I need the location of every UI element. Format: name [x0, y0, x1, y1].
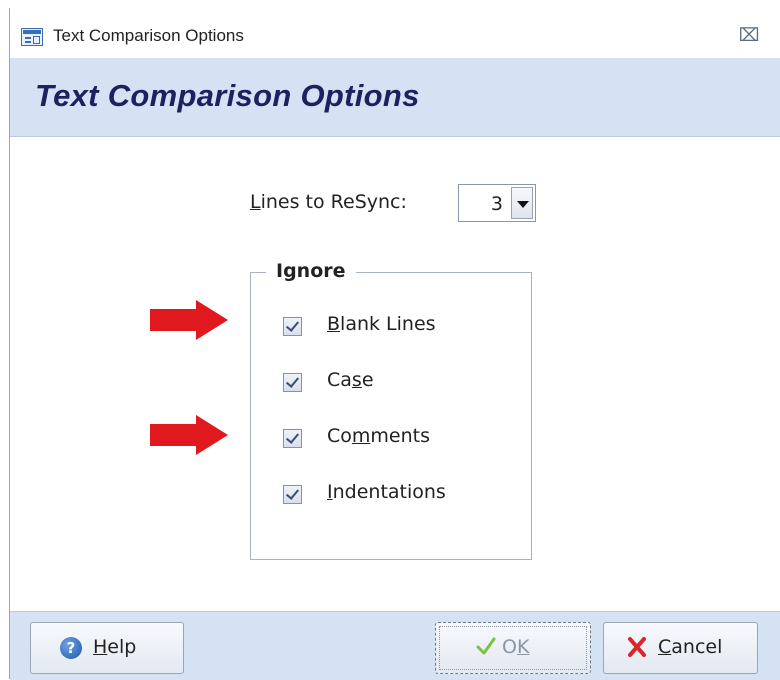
ok-button-label: OK	[502, 636, 530, 658]
ok-button[interactable]: OK	[435, 622, 591, 674]
checkmark-icon	[285, 486, 300, 500]
cancel-button[interactable]: Cancel	[603, 622, 758, 674]
red-arrow-icon	[150, 300, 228, 340]
form-title: Text Comparison Options	[35, 78, 420, 113]
indentations-checkbox[interactable]	[283, 485, 302, 504]
ignore-group: Ignore Blank Lines Case Comments Indenta…	[250, 260, 532, 560]
lines-to-resync-label: Lines to ReSync:	[250, 191, 407, 213]
resync-label-text: ines to ReSync:	[260, 191, 407, 213]
dropdown-arrow-icon[interactable]	[511, 187, 533, 219]
title-bar[interactable]: Text Comparison Options ⌧	[10, 8, 780, 59]
checkmark-icon	[285, 318, 300, 332]
help-button[interactable]: ? Help	[30, 622, 184, 674]
red-x-icon	[628, 637, 646, 657]
comments-checkbox[interactable]	[283, 429, 302, 448]
form-body: Lines to ReSync: 3 Ignore Blank Lines Ca…	[10, 137, 780, 611]
ignore-group-legend: Ignore	[266, 260, 356, 282]
checkmark-icon	[476, 637, 496, 655]
lines-to-resync-combobox[interactable]: 3	[458, 184, 536, 222]
resync-value: 3	[490, 193, 503, 215]
cancel-button-label: Cancel	[658, 636, 723, 658]
close-icon[interactable]: ⌧	[737, 24, 761, 48]
checkmark-icon	[285, 374, 300, 388]
form-header: Text Comparison Options	[10, 58, 780, 137]
dialog-window: Text Comparison Options ⌧ Text Compariso…	[9, 8, 780, 680]
window-title: Text Comparison Options	[53, 26, 244, 45]
form-icon	[21, 28, 43, 46]
red-arrow-icon	[150, 415, 228, 455]
case-checkbox[interactable]	[283, 373, 302, 392]
help-icon: ?	[60, 637, 82, 659]
blank-lines-checkbox[interactable]	[283, 317, 302, 336]
blank-lines-label[interactable]: Blank Lines	[327, 313, 436, 335]
resync-label-accesskey: L	[250, 191, 261, 213]
form-footer: ? Help OK Cancel	[10, 611, 780, 680]
comments-label[interactable]: Comments	[327, 425, 430, 447]
help-button-label: Help	[93, 636, 137, 658]
checkmark-icon	[285, 430, 300, 444]
case-label[interactable]: Case	[327, 369, 374, 391]
indentations-label[interactable]: Indentations	[327, 481, 446, 503]
